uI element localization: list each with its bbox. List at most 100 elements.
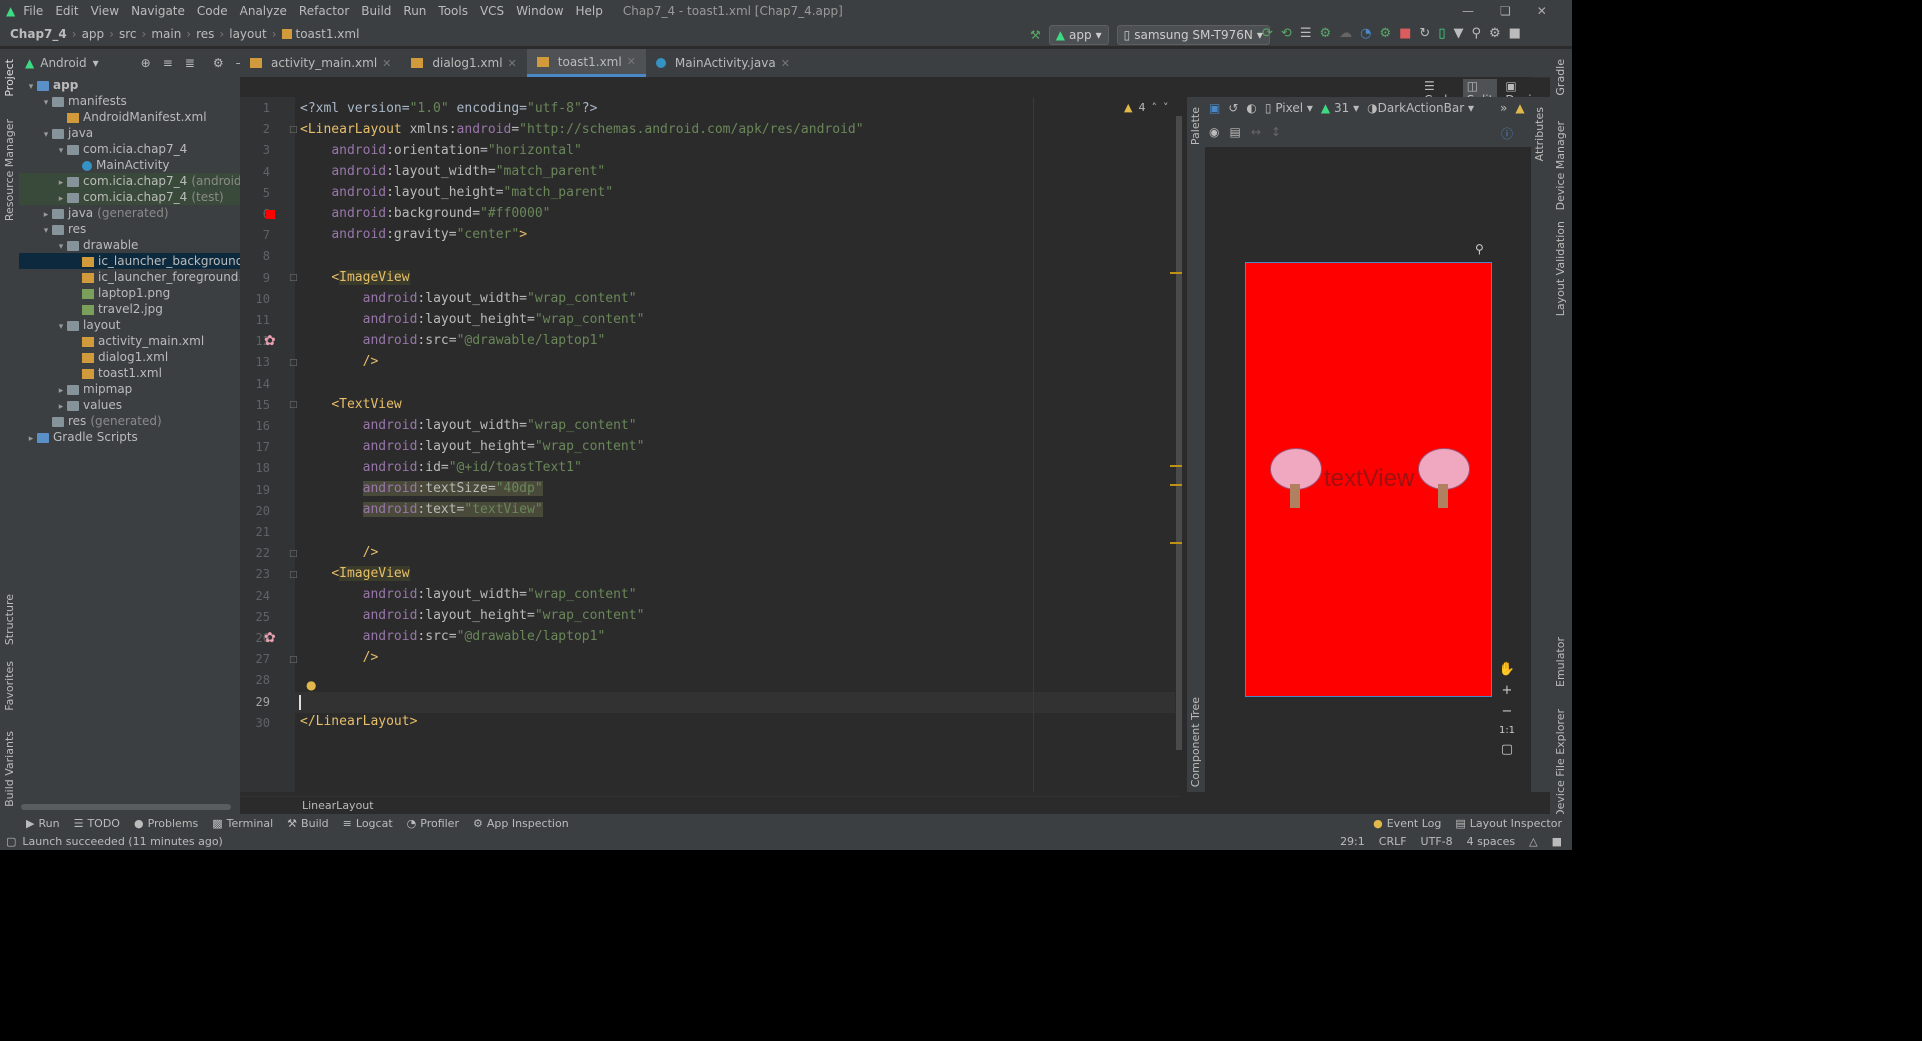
coverage-icon[interactable]: ☰ — [1300, 26, 1312, 41]
zoom-out-icon[interactable]: − — [1502, 704, 1513, 719]
memory-icon[interactable]: ■ — [1552, 835, 1562, 848]
tree-item[interactable]: AndroidManifest.xml — [19, 109, 240, 125]
menu-navigate[interactable]: Navigate — [131, 4, 185, 18]
chevron-down-icon[interactable]: ▾ — [93, 56, 99, 70]
sync-icon[interactable]: ↻ — [1419, 26, 1430, 41]
profile-icon[interactable]: ◔ — [1360, 26, 1371, 41]
tree-item[interactable]: ▸ Gradle Scripts — [19, 429, 240, 445]
device-file-explorer-tool-button[interactable]: Device File Explorer — [1554, 709, 1567, 818]
project-tool-button[interactable]: Project — [3, 59, 16, 97]
warning-marker[interactable] — [1170, 272, 1182, 274]
menu-help[interactable]: Help — [576, 4, 603, 18]
inspection-widget[interactable]: ▲ 4 ˄ ˅ — [1124, 101, 1168, 114]
breadcrumb-item[interactable]: toast1.xml — [296, 27, 360, 41]
minimize-icon[interactable]: — — [1462, 4, 1474, 18]
menu-window[interactable]: Window — [516, 4, 563, 18]
tree-item[interactable]: ▾ manifests — [19, 93, 240, 109]
locate-icon[interactable]: ⊕ — [141, 56, 151, 70]
build-tool-button[interactable]: ⚒ Build — [287, 817, 329, 830]
tab-toast1[interactable]: toast1.xml ✕ — [526, 49, 646, 77]
layout-inspector-tool-button[interactable]: ▤ Layout Inspector — [1455, 817, 1562, 830]
tree-item[interactable]: ▾ java — [19, 125, 240, 141]
palette-tool-button[interactable]: Palette — [1189, 107, 1202, 145]
chevron-down-icon[interactable]: ˅ — [1163, 101, 1169, 114]
breadcrumb-item[interactable]: res — [196, 27, 214, 41]
avd-manager-icon[interactable]: ▯ — [1438, 26, 1445, 41]
image-preview-icon[interactable]: ✿ — [264, 630, 276, 646]
status-toggle-icon[interactable]: ▢ — [6, 835, 16, 848]
tree-item[interactable]: ic_launcher_background.xml — [19, 253, 269, 269]
breadcrumb-item[interactable]: main — [151, 27, 181, 41]
orientation-icon[interactable]: ↺ — [1228, 101, 1238, 115]
project-view-select[interactable]: Android — [40, 56, 86, 70]
lightbulb-icon[interactable]: ● — [306, 678, 316, 692]
tree-item[interactable]: ▸ mipmap — [19, 381, 240, 397]
line-separator[interactable]: CRLF — [1379, 835, 1407, 848]
build-variants-tool-button[interactable]: Build Variants — [3, 731, 16, 807]
layout-preview[interactable]: textView — [1245, 262, 1492, 697]
close-icon[interactable]: ✕ — [627, 55, 636, 68]
menu-refactor[interactable]: Refactor — [299, 4, 349, 18]
terminal-tool-button[interactable]: ▩ Terminal — [212, 817, 273, 830]
tab-main-activity[interactable]: MainActivity.java ✕ — [646, 49, 800, 77]
tree-item[interactable]: res (generated) — [19, 413, 240, 429]
layout-validation-tool-button[interactable]: Layout Validation — [1554, 221, 1567, 316]
close-icon[interactable]: ✕ — [382, 57, 391, 70]
tree-item[interactable]: ▾ layout — [19, 317, 240, 333]
lock-icon[interactable]: △ — [1529, 835, 1537, 848]
blueprint-icon[interactable]: ▤ — [1229, 125, 1240, 142]
close-icon[interactable]: ✕ — [508, 57, 517, 70]
menu-tools[interactable]: Tools — [438, 4, 468, 18]
horizontal-constraint-icon[interactable]: ↔ — [1251, 125, 1261, 142]
tree-item[interactable]: dialog1.xml — [19, 349, 240, 365]
tree-item[interactable]: toast1.xml — [19, 365, 240, 381]
fold-marker[interactable]: □ — [289, 358, 298, 368]
tree-item[interactable]: activity_main.xml — [19, 333, 240, 349]
api-level-select[interactable]: ▲ 31 ▾ — [1321, 101, 1359, 115]
emulator-tool-button[interactable]: Emulator — [1554, 637, 1567, 687]
device-manager-tool-button[interactable]: Device Manager — [1554, 121, 1567, 210]
fold-marker[interactable]: □ — [289, 273, 298, 283]
tree-item[interactable]: ▸ com.icia.chap7_4 (test) — [19, 189, 240, 205]
event-log-tool-button[interactable]: ● Event Log — [1373, 817, 1441, 830]
file-encoding[interactable]: UTF-8 — [1421, 835, 1453, 848]
close-icon[interactable]: ✕ — [781, 57, 790, 70]
fold-marker[interactable]: □ — [289, 549, 298, 559]
vertical-constraint-icon[interactable]: ↕ — [1271, 125, 1281, 142]
fold-marker[interactable]: □ — [289, 655, 298, 665]
resource-manager-tool-button[interactable]: Resource Manager — [3, 119, 16, 221]
device-select[interactable]: ▯ samsung SM-T976N ▾ — [1116, 25, 1270, 45]
collapse-all-icon[interactable]: ≣ — [185, 56, 195, 70]
attach-debugger-icon[interactable]: ☁ — [1339, 26, 1352, 41]
tree-item[interactable]: travel2.jpg — [19, 301, 240, 317]
tree-item[interactable]: ▸ com.icia.chap7_4 (androidTest) — [19, 173, 270, 189]
editor-breadcrumb[interactable]: LinearLayout — [302, 799, 374, 812]
image-view-preview[interactable] — [1266, 448, 1324, 508]
menu-file[interactable]: File — [23, 4, 43, 18]
gradle-tool-button[interactable]: Gradle — [1554, 59, 1567, 96]
menu-build[interactable]: Build — [361, 4, 391, 18]
tree-item[interactable]: ▾ app — [19, 77, 240, 93]
favorites-tool-button[interactable]: Favorites — [3, 661, 16, 711]
menu-edit[interactable]: Edit — [55, 4, 78, 18]
tree-item[interactable]: ▾ drawable — [19, 237, 240, 253]
color-swatch-icon[interactable] — [266, 210, 275, 219]
image-preview-icon[interactable]: ✿ — [264, 333, 276, 349]
text-view-preview[interactable]: textView — [1324, 465, 1414, 493]
menu-view[interactable]: View — [91, 4, 119, 18]
close-icon[interactable]: ✕ — [1537, 4, 1547, 18]
breadcrumb-item[interactable]: Chap7_4 — [10, 27, 67, 41]
profiler-tool-button[interactable]: ◔ Profiler — [407, 817, 459, 830]
status-message[interactable]: Launch succeeded (11 minutes ago) — [22, 835, 222, 848]
tab-activity-main[interactable]: activity_main.xml ✕ — [240, 49, 401, 77]
tree-item[interactable]: ▸ values — [19, 397, 240, 413]
warning-marker[interactable] — [1170, 484, 1182, 486]
todo-tool-button[interactable]: ☰ TODO — [74, 817, 120, 830]
tree-item[interactable]: ic_launcher_foreground.xml(v24 — [19, 269, 295, 285]
warning-marker[interactable] — [1170, 465, 1182, 467]
sdk-manager-icon[interactable]: ▼ — [1453, 26, 1463, 41]
menu-vcs[interactable]: VCS — [480, 4, 504, 18]
expand-all-icon[interactable]: ≡ — [163, 56, 173, 70]
run-tool-button[interactable]: ▶ Run — [26, 817, 60, 830]
tree-item[interactable]: ▸ java (generated) — [19, 205, 240, 221]
